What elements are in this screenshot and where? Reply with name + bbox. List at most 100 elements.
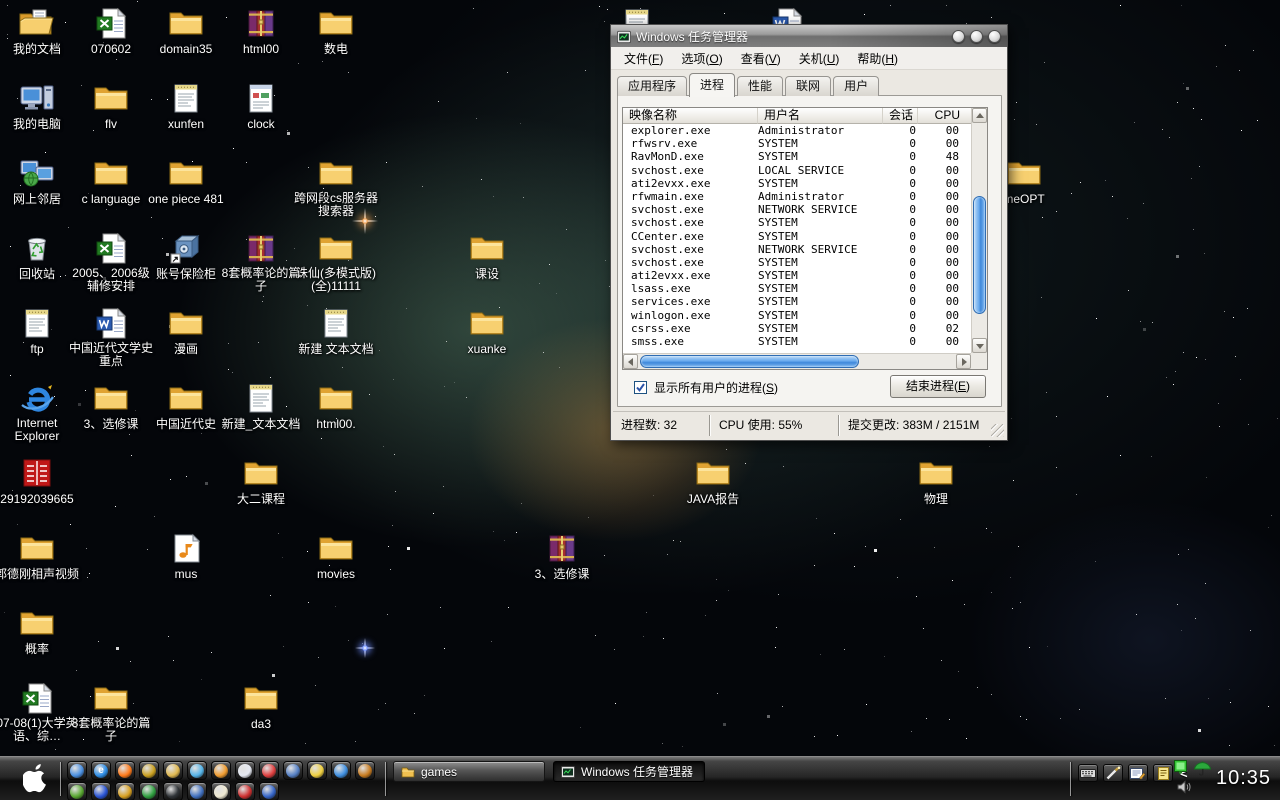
scroll-down-button[interactable] [972,338,987,353]
window-titlebar[interactable]: Windows 任务管理器 [611,25,1007,47]
start-button[interactable] [16,764,56,794]
table-row[interactable]: svchost.exeNETWORK SERVICE000 [623,203,973,216]
desktop-icon-32[interactable]: html00. [291,383,381,431]
desktop-icon-35[interactable]: JAVA报告 [668,458,758,506]
desktop-icon-15[interactable]: 跨网段cs服务器搜索器 [291,158,381,218]
green-turtle-icon[interactable] [67,782,87,800]
keyboard-icon[interactable] [1078,764,1098,782]
table-row[interactable]: svchost.exeSYSTEM000 [623,256,973,269]
network-connection-icon[interactable] [1172,759,1189,779]
maximize-button[interactable] [970,30,983,43]
table-row[interactable]: lsass.exeSYSTEM000 [623,282,973,295]
tab-3[interactable]: 性能 [737,76,783,96]
blue-globe-icon[interactable] [187,782,207,800]
desktop-icon-14[interactable]: one piece 481 [141,158,231,206]
desktop-icon-38[interactable]: mus [141,533,231,581]
vertical-scroll-thumb[interactable] [973,196,986,314]
desktop-icon-41[interactable]: 概率 [0,608,82,656]
end-process-button[interactable]: 结束进程(E) [890,375,986,398]
menu-item-3[interactable]: 查看(V) [732,47,790,70]
yellow-doc-icon[interactable] [1153,764,1173,782]
table-row[interactable]: services.exeSYSTEM000 [623,295,973,308]
red-media-icon[interactable] [259,761,279,780]
internet-explorer-icon[interactable]: e [91,761,111,780]
scroll-left-button[interactable] [623,354,638,369]
table-row[interactable]: smss.exeSYSTEM000 [623,335,973,348]
firefox-icon[interactable] [115,761,135,780]
table-row[interactable]: ati2evxx.exeSYSTEM000 [623,269,973,282]
rising-umbrella-icon[interactable] [1193,760,1212,780]
desktop-icon-43[interactable]: 8套概率论的篇子 [66,683,156,743]
column-header-1[interactable]: 映像名称 [623,108,758,124]
desktop-icon-22[interactable]: 课设 [442,233,532,281]
qq-game-icon[interactable] [139,761,159,780]
duck-icon[interactable] [211,782,231,800]
taskbar-clock[interactable]: 10:35 [1216,767,1271,790]
blue-dolphin-icon[interactable] [187,761,207,780]
blue-swirl-icon[interactable] [67,761,87,780]
ime-pad-icon[interactable] [1128,764,1148,782]
orange-shell-icon[interactable] [211,761,231,780]
scroll-right-button[interactable] [956,354,971,369]
table-row[interactable]: rfwsrv.exeSYSTEM000 [623,137,973,150]
desktop-icon-27[interactable]: xuanke [442,308,532,356]
rising-umbrella-icon[interactable] [139,782,159,800]
menu-item-5[interactable]: 帮助(H) [848,47,907,70]
table-row[interactable]: explorer.exeAdministrator000 [623,124,973,137]
close-button[interactable] [988,30,1001,43]
table-row[interactable]: RavMonD.exeSYSTEM048 [623,150,973,163]
minimize-button[interactable] [952,30,965,43]
table-row[interactable]: csrss.exeSYSTEM002 [623,322,973,335]
desktop-icon-11[interactable]: clock [216,83,306,131]
desktop-icon-34[interactable]: 大二课程 [216,458,306,506]
menu-item-4[interactable]: 关机(U) [790,47,849,70]
table-row[interactable]: rfwmain.exeAdministrator000 [623,190,973,203]
horizontal-scrollbar[interactable] [623,353,971,369]
menu-item-1[interactable]: 文件(F) [615,47,672,70]
tab-4[interactable]: 联网 [785,76,831,96]
blue-figure-icon[interactable] [283,761,303,780]
table-row[interactable]: svchost.exeLOCAL SERVICE000 [623,164,973,177]
yellow-magnifier-icon[interactable] [307,761,327,780]
desktop-icon-39[interactable]: movies [291,533,381,581]
desktop-icon-44[interactable]: da3 [216,683,306,731]
volume-speaker-icon[interactable] [1176,780,1192,797]
leopard-icon[interactable] [115,782,135,800]
thunder-xunlei-icon[interactable] [91,782,111,800]
table-row[interactable]: ati2evxx.exeSYSTEM000 [623,177,973,190]
column-header-3[interactable]: 会话 ID [883,108,918,124]
scroll-up-button[interactable] [972,108,987,123]
column-header-2[interactable]: 用户名 [758,108,883,124]
desktop-icon-40[interactable]: 3、选修课 [517,533,607,581]
show-all-users-checkbox[interactable] [634,381,647,394]
qq-penguin-icon[interactable] [163,782,183,800]
desktop-icon-37[interactable]: 郭德刚相声视频 [0,533,82,581]
desktop-icon-36[interactable]: 物理 [891,458,981,506]
taskbar-button-1[interactable]: games [393,761,545,782]
desktop-icon-25[interactable]: 漫画 [141,308,231,356]
orange-box-icon[interactable] [355,761,375,780]
menu-item-2[interactable]: 选项(O) [672,47,731,70]
taskbar-button-2[interactable]: Windows 任务管理器 [553,761,705,782]
desktop-icon-5[interactable]: 数电 [291,8,381,56]
home-icon[interactable] [235,761,255,780]
table-row[interactable]: svchost.exeSYSTEM000 [623,216,973,229]
desktop-icon-26[interactable]: 新建 文本文档 [291,308,381,356]
red-book-icon[interactable] [235,782,255,800]
tab-1[interactable]: 应用程序 [617,76,687,96]
table-row[interactable]: svchost.exeNETWORK SERVICE000 [623,243,973,256]
column-header-4[interactable]: CPU [918,108,973,124]
horizontal-scroll-thumb[interactable] [640,355,859,368]
blue-sphere-icon[interactable] [331,761,351,780]
desktop-icon-21[interactable]: 诛仙(多模式版)(全)11111 [291,233,381,293]
desktop-icon-33[interactable]: 29192039665 [0,458,82,506]
gold-blade-icon[interactable] [163,761,183,780]
table-row[interactable]: winlogon.exeSYSTEM000 [623,309,973,322]
tab-5[interactable]: 用户 [833,76,879,96]
vertical-scrollbar[interactable] [971,108,987,353]
magic-wand-icon[interactable] [1103,764,1123,782]
tab-2[interactable]: 进程 [689,73,735,97]
media-play-icon[interactable] [259,782,279,800]
resize-grip[interactable] [991,424,1004,437]
table-row[interactable]: CCenter.exeSYSTEM000 [623,230,973,243]
